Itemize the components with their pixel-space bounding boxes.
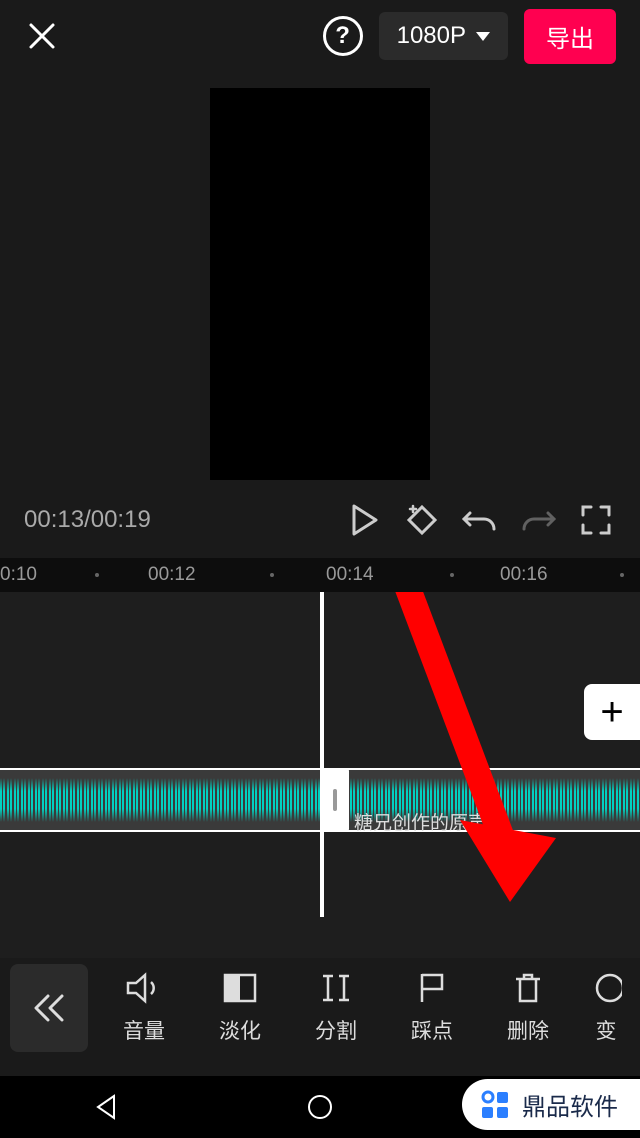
undo-icon — [462, 505, 498, 535]
nav-home[interactable] — [280, 1093, 360, 1121]
tool-change[interactable]: 变 — [586, 971, 626, 1045]
tool-split[interactable]: 分割 — [298, 971, 374, 1045]
time-display: 00:13/00:19 — [24, 506, 151, 534]
redo-button[interactable] — [518, 500, 558, 540]
resolution-value: 1080P — [397, 22, 466, 50]
collapse-button[interactable] — [10, 964, 88, 1052]
ruler-mark: 0:10 — [0, 564, 37, 586]
ruler-mark: 00:16 — [500, 564, 548, 586]
annotation-arrow — [378, 592, 558, 922]
fullscreen-icon — [580, 504, 612, 536]
top-right-controls: ? 1080P 导出 — [323, 9, 616, 64]
export-button[interactable]: 导出 — [524, 9, 616, 64]
play-icon — [350, 504, 378, 536]
clip-handle[interactable] — [321, 768, 349, 832]
volume-icon — [125, 971, 163, 1005]
preview-area — [0, 72, 640, 492]
ruler-dot — [95, 573, 99, 577]
resolution-dropdown[interactable]: 1080P — [379, 12, 508, 60]
add-clip-button[interactable]: + — [584, 684, 640, 740]
ruler-dot — [620, 573, 624, 577]
circle-icon — [590, 971, 622, 1005]
nav-back[interactable] — [67, 1094, 147, 1120]
ruler-dot — [270, 573, 274, 577]
play-button[interactable] — [344, 500, 384, 540]
playback-bar: 00:13/00:19 — [0, 492, 640, 548]
brand-logo-icon — [478, 1088, 512, 1122]
keyframe-button[interactable] — [402, 500, 442, 540]
nav-home-icon — [306, 1093, 334, 1121]
top-bar: ? 1080P 导出 — [0, 0, 640, 72]
fullscreen-button[interactable] — [576, 500, 616, 540]
timeline[interactable]: 糖兄创作的原声 + — [0, 592, 640, 962]
trash-icon — [513, 971, 543, 1005]
fade-icon — [223, 971, 257, 1005]
split-icon — [320, 971, 352, 1005]
help-icon: ? — [335, 22, 350, 50]
ruler-mark: 00:12 — [148, 564, 196, 586]
help-button[interactable]: ? — [323, 16, 363, 56]
plus-icon: + — [600, 690, 623, 735]
playhead[interactable] — [320, 592, 324, 917]
timeline-ruler[interactable]: 0:10 00:12 00:14 00:16 — [0, 558, 640, 592]
tool-volume[interactable]: 音量 — [106, 971, 182, 1045]
chevron-down-icon — [476, 32, 490, 41]
ruler-mark: 00:14 — [326, 564, 374, 586]
brand-name: 鼎品软件 — [522, 1087, 618, 1122]
undo-button[interactable] — [460, 500, 500, 540]
video-preview[interactable] — [210, 88, 430, 480]
nav-back-icon — [94, 1094, 120, 1120]
tool-beat[interactable]: 踩点 — [394, 971, 470, 1045]
brand-badge: 鼎品软件 — [462, 1079, 640, 1130]
keyframe-add-icon — [403, 501, 441, 539]
redo-icon — [520, 505, 556, 535]
ruler-dot — [450, 573, 454, 577]
close-button[interactable] — [24, 18, 60, 54]
bottom-toolbar: 音量 淡化 分割 踩点 删除 — [0, 958, 640, 1058]
clip-label: 糖兄创作的原声 — [354, 808, 487, 835]
tool-fade[interactable]: 淡化 — [202, 971, 278, 1045]
close-icon — [27, 21, 57, 51]
chevron-double-left-icon — [32, 993, 66, 1023]
flag-icon — [418, 971, 446, 1005]
tool-delete[interactable]: 删除 — [490, 971, 566, 1045]
